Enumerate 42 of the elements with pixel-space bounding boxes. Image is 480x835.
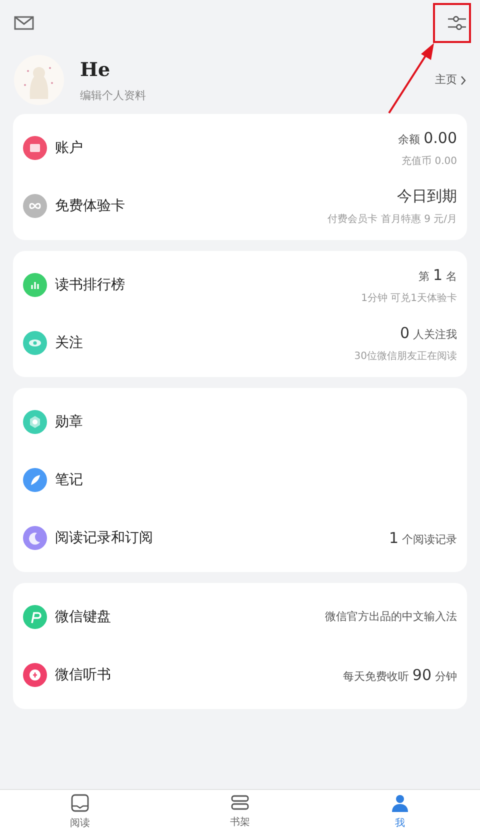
menu-label: 勋章 xyxy=(55,412,84,432)
arrow xyxy=(388,43,434,114)
row-value: 微信官方出品的中文输入法 xyxy=(325,608,457,625)
menu-row[interactable]: 关注 0 人关注我 30位微信朋友正在阅读 xyxy=(13,314,467,372)
row-value: 每天免费收听 90 分钟 xyxy=(342,664,457,686)
menu-label: 读书排行榜 xyxy=(55,276,126,294)
menu-label: 账户 xyxy=(55,138,84,158)
highlight-box xyxy=(433,3,471,43)
row-value: 今日到期 xyxy=(396,186,457,208)
row-value: 余额 0.00 xyxy=(398,128,457,150)
tablet-icon xyxy=(71,794,89,812)
menu-label: 免费体验卡 xyxy=(55,196,126,216)
shelf-icon xyxy=(230,795,250,811)
row-note: 30位微信朋友正在阅读 xyxy=(354,350,457,364)
menu-row[interactable]: 账户 余额 0.00 充值币 0.00 xyxy=(13,119,467,177)
home-link[interactable]: 主页 xyxy=(435,72,457,88)
row-value: 第 1 名 xyxy=(417,265,457,286)
menu-row[interactable]: 读书排行榜 第 1 名 1分钟 可兑1天体验卡 xyxy=(13,256,467,314)
settings-icon[interactable] xyxy=(448,16,466,30)
mail-icon[interactable] xyxy=(14,16,34,30)
row-note: 付费会员卡 首月特惠 9 元/月 xyxy=(328,212,457,227)
menu-label: 关注 xyxy=(55,334,84,352)
menu-label: 微信键盘 xyxy=(55,608,112,626)
menu-label: 微信听书 xyxy=(55,666,112,684)
row-value: 0 人关注我 xyxy=(398,323,457,344)
menu-label: 笔记 xyxy=(55,470,84,490)
menu-row[interactable]: 勋章 xyxy=(13,393,467,451)
menu-row[interactable]: 免费体验卡 今日到期 付费会员卡 首月特惠 9 元/月 xyxy=(13,177,467,235)
menu-row[interactable]: 微信键盘 微信官方出品的中文输入法 xyxy=(13,588,467,646)
menu-row[interactable]: 阅读记录和订阅 1 个阅读记录 xyxy=(13,509,467,567)
menu-row[interactable]: 微信听书 每天免费收听 90 分钟 xyxy=(13,646,467,704)
row-note: 1分钟 可兑1天体验卡 xyxy=(361,292,457,306)
chevron-icon xyxy=(461,76,466,84)
row-note: 充值币 0.00 xyxy=(400,154,457,169)
tab-button[interactable]: 书架 xyxy=(180,795,300,830)
person-icon xyxy=(391,794,409,812)
menu-label: 阅读记录和订阅 xyxy=(55,528,154,548)
tab-button[interactable]: 我 xyxy=(340,794,460,831)
row-value: 1 个阅读记录 xyxy=(388,528,457,549)
user-name: He xyxy=(80,58,112,82)
menu-row[interactable]: 笔记 xyxy=(13,451,467,509)
tab-button[interactable]: 阅读 xyxy=(20,794,140,831)
